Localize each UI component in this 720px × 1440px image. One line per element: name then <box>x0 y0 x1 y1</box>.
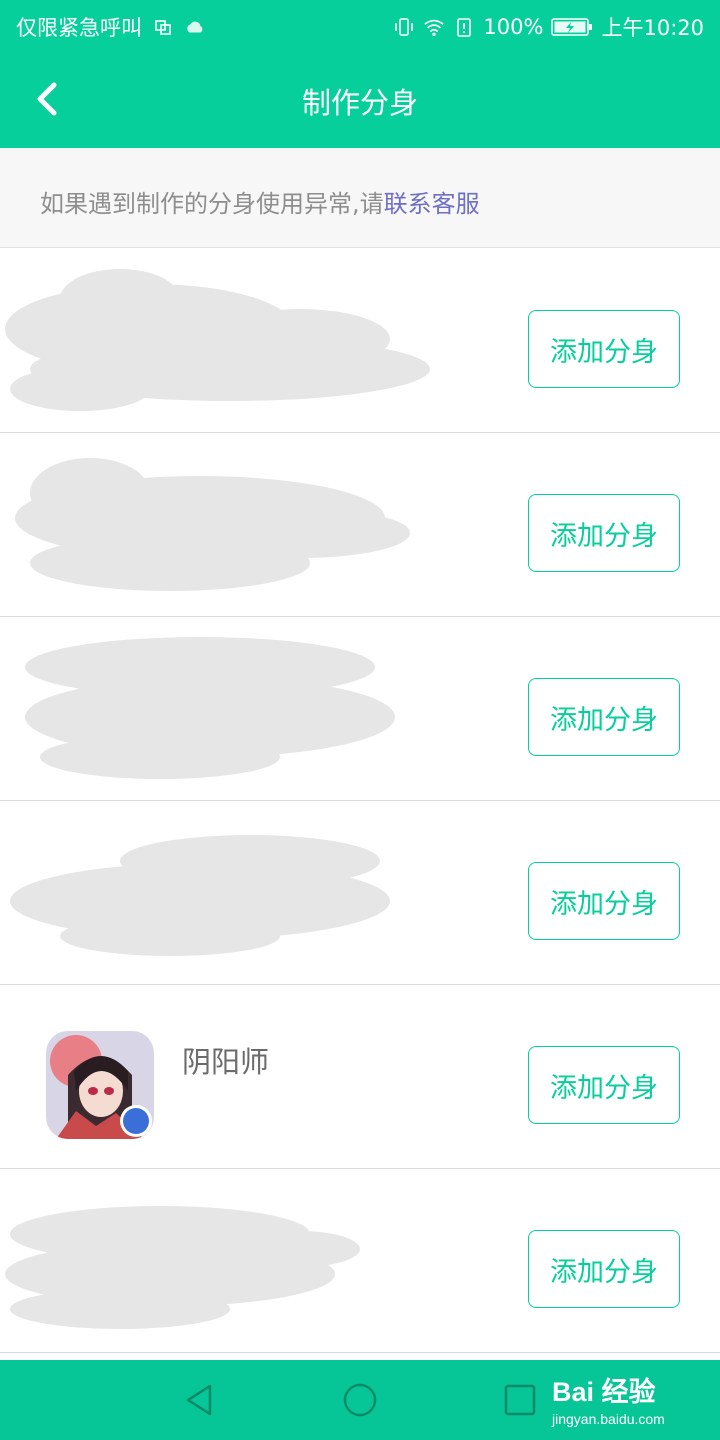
redaction-scribble <box>25 637 395 779</box>
list-item: 添加分身 <box>0 617 720 801</box>
contact-support-link[interactable]: 联系客服 <box>384 190 480 218</box>
add-clone-button[interactable]: 添加分身 <box>528 1230 680 1308</box>
notice-message: 如果遇到制作的分身使用异常,请 <box>40 190 384 218</box>
watermark-brand: Bai 经验 <box>552 1377 656 1407</box>
battery-alert-icon <box>457 18 472 37</box>
list-item: 添加分身 <box>0 433 720 617</box>
list-item: 阴阳师 添加分身 <box>0 985 720 1169</box>
redaction-scribble <box>5 269 430 411</box>
notice-text: 如果遇到制作的分身使用异常,请联系客服 <box>40 184 480 219</box>
add-clone-button[interactable]: 添加分身 <box>528 494 680 572</box>
status-bar: 仅限紧急呼叫 100% 上午10:20 <box>0 0 720 50</box>
redaction-scribble <box>10 835 390 956</box>
app-name: 阴阳师 <box>182 1045 270 1079</box>
app-list: 添加分身 添加分身 添加分身 添加分身 阴阳师 添加分身 添加分身 <box>0 249 720 1353</box>
app-bar: 制作分身 <box>0 50 720 148</box>
list-item: 添加分身 <box>0 1169 720 1353</box>
add-clone-button[interactable]: 添加分身 <box>528 862 680 940</box>
back-triangle-icon[interactable] <box>180 1380 220 1420</box>
list-item: 添加分身 <box>0 801 720 985</box>
add-clone-button[interactable]: 添加分身 <box>528 678 680 756</box>
redaction-scribble <box>15 458 410 591</box>
home-circle-icon[interactable] <box>340 1380 380 1420</box>
watermark: Bai 经验 jingyan.baidu.com <box>552 1370 665 1427</box>
watermark-url: jingyan.baidu.com <box>552 1411 665 1427</box>
clock: 上午10:20 <box>601 16 704 40</box>
system-nav-bar: Bai 经验 jingyan.baidu.com <box>0 1360 720 1440</box>
carrier-label: 仅限紧急呼叫 <box>16 16 142 40</box>
onmyoji-app-icon <box>46 1031 154 1139</box>
vibrate-icon <box>395 18 414 36</box>
page-title: 制作分身 <box>301 86 418 120</box>
redaction-scribble <box>5 1206 360 1329</box>
sim-icon <box>155 20 171 35</box>
notice-banner: 如果遇到制作的分身使用异常,请联系客服 <box>0 148 720 248</box>
battery-charging-icon <box>551 18 593 36</box>
add-clone-button[interactable]: 添加分身 <box>528 310 680 388</box>
recents-square-icon[interactable] <box>500 1380 540 1420</box>
wifi-icon <box>424 19 445 36</box>
add-clone-button[interactable]: 添加分身 <box>528 1046 680 1124</box>
battery-percent: 100% <box>483 15 544 39</box>
cloud-icon <box>187 21 203 33</box>
list-item: 添加分身 <box>0 249 720 433</box>
